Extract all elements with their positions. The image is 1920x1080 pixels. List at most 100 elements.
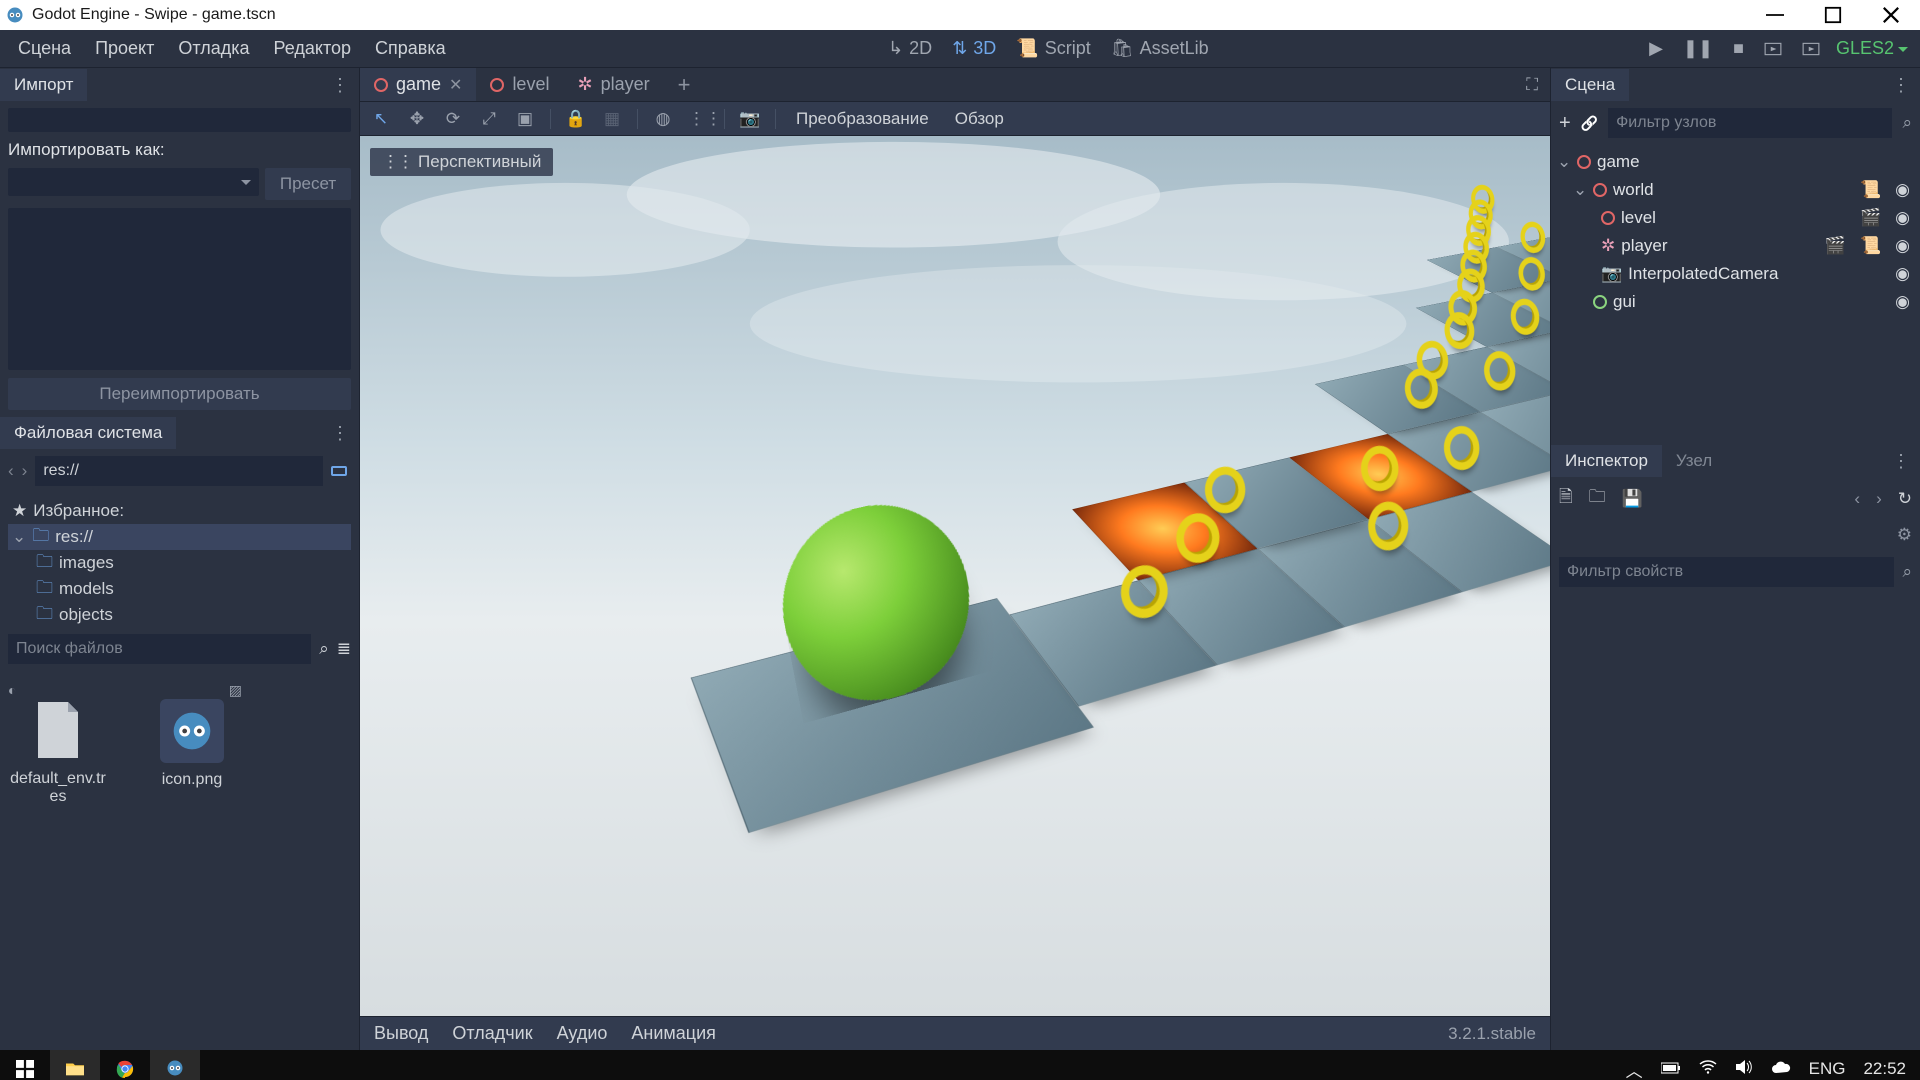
- mode-2d-button[interactable]: ↳2D: [878, 32, 942, 65]
- filesystem-dock-menu-icon[interactable]: ⋮: [321, 423, 359, 444]
- filesystem-path-input[interactable]: [35, 456, 323, 486]
- mode-3d-button[interactable]: ⇅3D: [942, 32, 1006, 65]
- search-icon[interactable]: [319, 639, 329, 659]
- visibility-icon[interactable]: ◉: [1891, 236, 1914, 256]
- chevron-down-icon[interactable]: ⌄: [1573, 180, 1587, 200]
- menu-editor[interactable]: Редактор: [262, 32, 363, 65]
- play-scene-button[interactable]: [1754, 34, 1792, 64]
- add-scene-tab-button[interactable]: +: [664, 68, 705, 101]
- history-menu-button[interactable]: ↻: [1898, 489, 1912, 509]
- play-custom-scene-button[interactable]: [1792, 34, 1830, 64]
- import-resource-field[interactable]: [8, 108, 351, 132]
- menu-scene[interactable]: Сцена: [6, 32, 83, 65]
- view-menu[interactable]: Обзор: [949, 109, 1010, 129]
- new-resource-button[interactable]: 🗎: [1559, 484, 1573, 513]
- open-scene-icon[interactable]: 🎬: [1856, 208, 1885, 228]
- split-mode-button[interactable]: [331, 466, 351, 476]
- filesystem-search-input[interactable]: [8, 634, 311, 664]
- nav-back-button[interactable]: ‹: [8, 461, 14, 481]
- start-button[interactable]: [0, 1050, 50, 1080]
- window-minimize-button[interactable]: [1746, 0, 1804, 30]
- visibility-icon[interactable]: ◉: [1891, 292, 1914, 312]
- node-level[interactable]: level 🎬 ◉: [1551, 204, 1920, 232]
- node-gui[interactable]: › gui ◉: [1551, 288, 1920, 316]
- history-forward-button[interactable]: ›: [1876, 489, 1882, 509]
- file-default-env[interactable]: ◐ default_env.tres: [8, 682, 108, 806]
- taskbar-chrome[interactable]: [100, 1050, 150, 1080]
- move-tool-button[interactable]: ✥: [406, 109, 428, 129]
- language-indicator[interactable]: ENG: [1809, 1059, 1846, 1079]
- mode-assetlib-button[interactable]: 🛍AssetLib: [1101, 32, 1219, 65]
- window-close-button[interactable]: [1862, 0, 1920, 30]
- visibility-icon[interactable]: ◉: [1891, 264, 1914, 284]
- menu-debug[interactable]: Отладка: [166, 32, 261, 65]
- transform-menu[interactable]: Преобразование: [790, 109, 935, 129]
- chevron-down-icon[interactable]: ⌄: [1557, 152, 1571, 172]
- camera-override-button[interactable]: 📷: [739, 109, 761, 129]
- load-resource-button[interactable]: 🗀: [1589, 484, 1606, 513]
- script-icon[interactable]: 📜: [1856, 236, 1885, 256]
- distraction-free-button[interactable]: ⛶: [1514, 68, 1550, 101]
- snap-button[interactable]: ◍: [652, 109, 674, 129]
- node-interpolated-camera[interactable]: 📷 InterpolatedCamera ◉: [1551, 260, 1920, 288]
- snap-config-button[interactable]: ⋮⋮: [688, 109, 710, 129]
- scene-tab-player[interactable]: ✲ player: [563, 68, 663, 101]
- history-back-button[interactable]: ‹: [1854, 489, 1860, 509]
- menu-help[interactable]: Справка: [363, 32, 458, 65]
- bottom-tab-audio[interactable]: Аудио: [557, 1023, 608, 1044]
- onedrive-icon[interactable]: [1771, 1059, 1791, 1079]
- spatial-viewport[interactable]: ⋮⋮ Перспективный: [360, 136, 1550, 1016]
- instance-scene-button[interactable]: [1581, 113, 1598, 133]
- file-icon-png[interactable]: ▨ icon.png: [142, 682, 242, 789]
- visibility-icon[interactable]: ◉: [1891, 208, 1914, 228]
- object-properties-button[interactable]: ⚙: [1897, 525, 1912, 545]
- mode-script-button[interactable]: 📜Script: [1006, 32, 1100, 65]
- stop-project-button[interactable]: ■: [1723, 32, 1754, 65]
- viewport-projection-label[interactable]: ⋮⋮ Перспективный: [370, 148, 553, 176]
- volume-icon[interactable]: [1735, 1059, 1753, 1080]
- add-node-button[interactable]: +: [1559, 112, 1571, 135]
- bottom-tab-animation[interactable]: Анимация: [631, 1023, 716, 1044]
- nav-forward-button[interactable]: ›: [22, 461, 28, 481]
- renderer-selector[interactable]: GLES2: [1830, 32, 1914, 65]
- res-root-row[interactable]: ⌄🗀res://: [8, 524, 351, 550]
- filesystem-tab[interactable]: Файловая система: [0, 417, 176, 449]
- scene-tab-level[interactable]: level: [476, 68, 563, 101]
- group-button[interactable]: ▦: [601, 109, 623, 129]
- pause-project-button[interactable]: ❚❚: [1673, 32, 1723, 65]
- inspector-tab[interactable]: Инспектор: [1551, 445, 1662, 477]
- node-tab[interactable]: Узел: [1662, 445, 1726, 477]
- battery-icon[interactable]: [1661, 1059, 1681, 1079]
- clock[interactable]: 22:52: [1863, 1059, 1906, 1079]
- save-resource-button[interactable]: 💾: [1622, 489, 1643, 509]
- import-tab[interactable]: Импорт: [0, 69, 87, 101]
- open-scene-icon[interactable]: 🎬: [1821, 236, 1850, 256]
- taskbar-godot[interactable]: [150, 1050, 200, 1080]
- favorites-row[interactable]: ★Избранное:: [8, 498, 351, 524]
- scene-dock-menu-icon[interactable]: ⋮: [1882, 75, 1920, 96]
- file-list-mode-button[interactable]: ≣: [337, 639, 351, 659]
- scene-tab-game[interactable]: game ✕: [360, 68, 476, 101]
- inspector-dock-menu-icon[interactable]: ⋮: [1882, 451, 1920, 472]
- node-player[interactable]: ✲ player 🎬 📜 ◉: [1551, 232, 1920, 260]
- scale-tool-button[interactable]: ⤢: [478, 109, 500, 129]
- play-project-button[interactable]: ▶: [1639, 32, 1673, 65]
- node-world[interactable]: ⌄ world 📜 ◉: [1551, 176, 1920, 204]
- tray-chevron-icon[interactable]: ︿: [1626, 1057, 1643, 1080]
- reimport-button[interactable]: Переимпортировать: [8, 378, 351, 410]
- script-icon[interactable]: 📜: [1856, 180, 1885, 200]
- visibility-icon[interactable]: ◉: [1891, 180, 1914, 200]
- inspector-filter-input[interactable]: [1559, 557, 1894, 587]
- taskbar-explorer[interactable]: [50, 1050, 100, 1080]
- close-icon[interactable]: ✕: [449, 75, 462, 95]
- wifi-icon[interactable]: [1699, 1059, 1717, 1079]
- bottom-tab-output[interactable]: Вывод: [374, 1023, 428, 1044]
- preset-button[interactable]: Пресет: [265, 168, 351, 200]
- window-maximize-button[interactable]: [1804, 0, 1862, 30]
- node-game[interactable]: ⌄ game: [1551, 148, 1920, 176]
- local-space-button[interactable]: ▣: [514, 109, 536, 129]
- importer-select[interactable]: [8, 168, 259, 196]
- select-tool-button[interactable]: ↖: [370, 109, 392, 129]
- scene-dock-tab[interactable]: Сцена: [1551, 69, 1629, 101]
- lock-button[interactable]: 🔒: [565, 109, 587, 129]
